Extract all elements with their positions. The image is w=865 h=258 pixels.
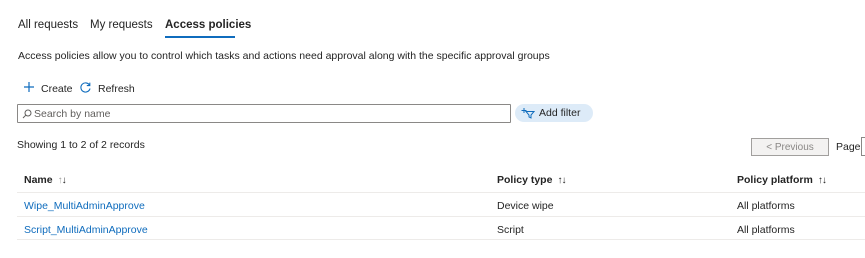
- previous-button[interactable]: < Previous: [751, 138, 829, 156]
- add-filter-icon: [521, 107, 535, 119]
- refresh-button[interactable]: Refresh: [79, 81, 135, 97]
- search-box[interactable]: [17, 104, 511, 123]
- sort-icon: ↑↓: [817, 174, 827, 186]
- column-header-label: Policy platform: [737, 174, 813, 186]
- header-divider: [17, 192, 865, 193]
- column-header-label: Name: [24, 174, 53, 186]
- plus-icon: [23, 81, 35, 96]
- tab-my-requests[interactable]: My requests: [90, 19, 153, 31]
- create-label: Create: [41, 82, 73, 95]
- policy-platform-cell: All platforms: [737, 224, 795, 236]
- column-header-name[interactable]: Name ↑↓: [24, 174, 67, 186]
- sort-icon: ↑↓: [557, 174, 566, 186]
- column-header-label: Policy type: [497, 174, 553, 186]
- page-number-input[interactable]: [861, 137, 865, 156]
- active-tab-indicator: [165, 36, 235, 38]
- tab-all-requests[interactable]: All requests: [18, 19, 78, 31]
- policy-name-link[interactable]: Wipe_MultiAdminApprove: [24, 200, 145, 212]
- records-count: Showing 1 to 2 of 2 records: [17, 139, 145, 151]
- policy-type-cell: Device wipe: [497, 200, 554, 212]
- refresh-label: Refresh: [98, 83, 135, 95]
- page-description: Access policies allow you to control whi…: [18, 50, 550, 62]
- row-divider: [17, 216, 865, 217]
- add-filter-label: Add filter: [539, 107, 581, 119]
- search-input[interactable]: [32, 106, 510, 121]
- add-filter-button[interactable]: Add filter: [515, 104, 593, 122]
- row-divider: [17, 239, 865, 240]
- column-header-policy-type[interactable]: Policy type ↑↓: [497, 174, 566, 186]
- search-icon: [22, 109, 32, 119]
- sort-icon: ↑↓: [57, 174, 67, 186]
- tab-access-policies[interactable]: Access policies: [165, 19, 251, 31]
- policy-platform-cell: All platforms: [737, 200, 795, 212]
- policy-type-cell: Script: [497, 224, 524, 236]
- page-label: Page: [836, 141, 861, 153]
- refresh-icon: [79, 81, 92, 97]
- policy-name-link[interactable]: Script_MultiAdminApprove: [24, 224, 148, 236]
- create-button[interactable]: Create: [23, 81, 73, 96]
- column-header-policy-platform[interactable]: Policy platform ↑↓: [737, 174, 827, 186]
